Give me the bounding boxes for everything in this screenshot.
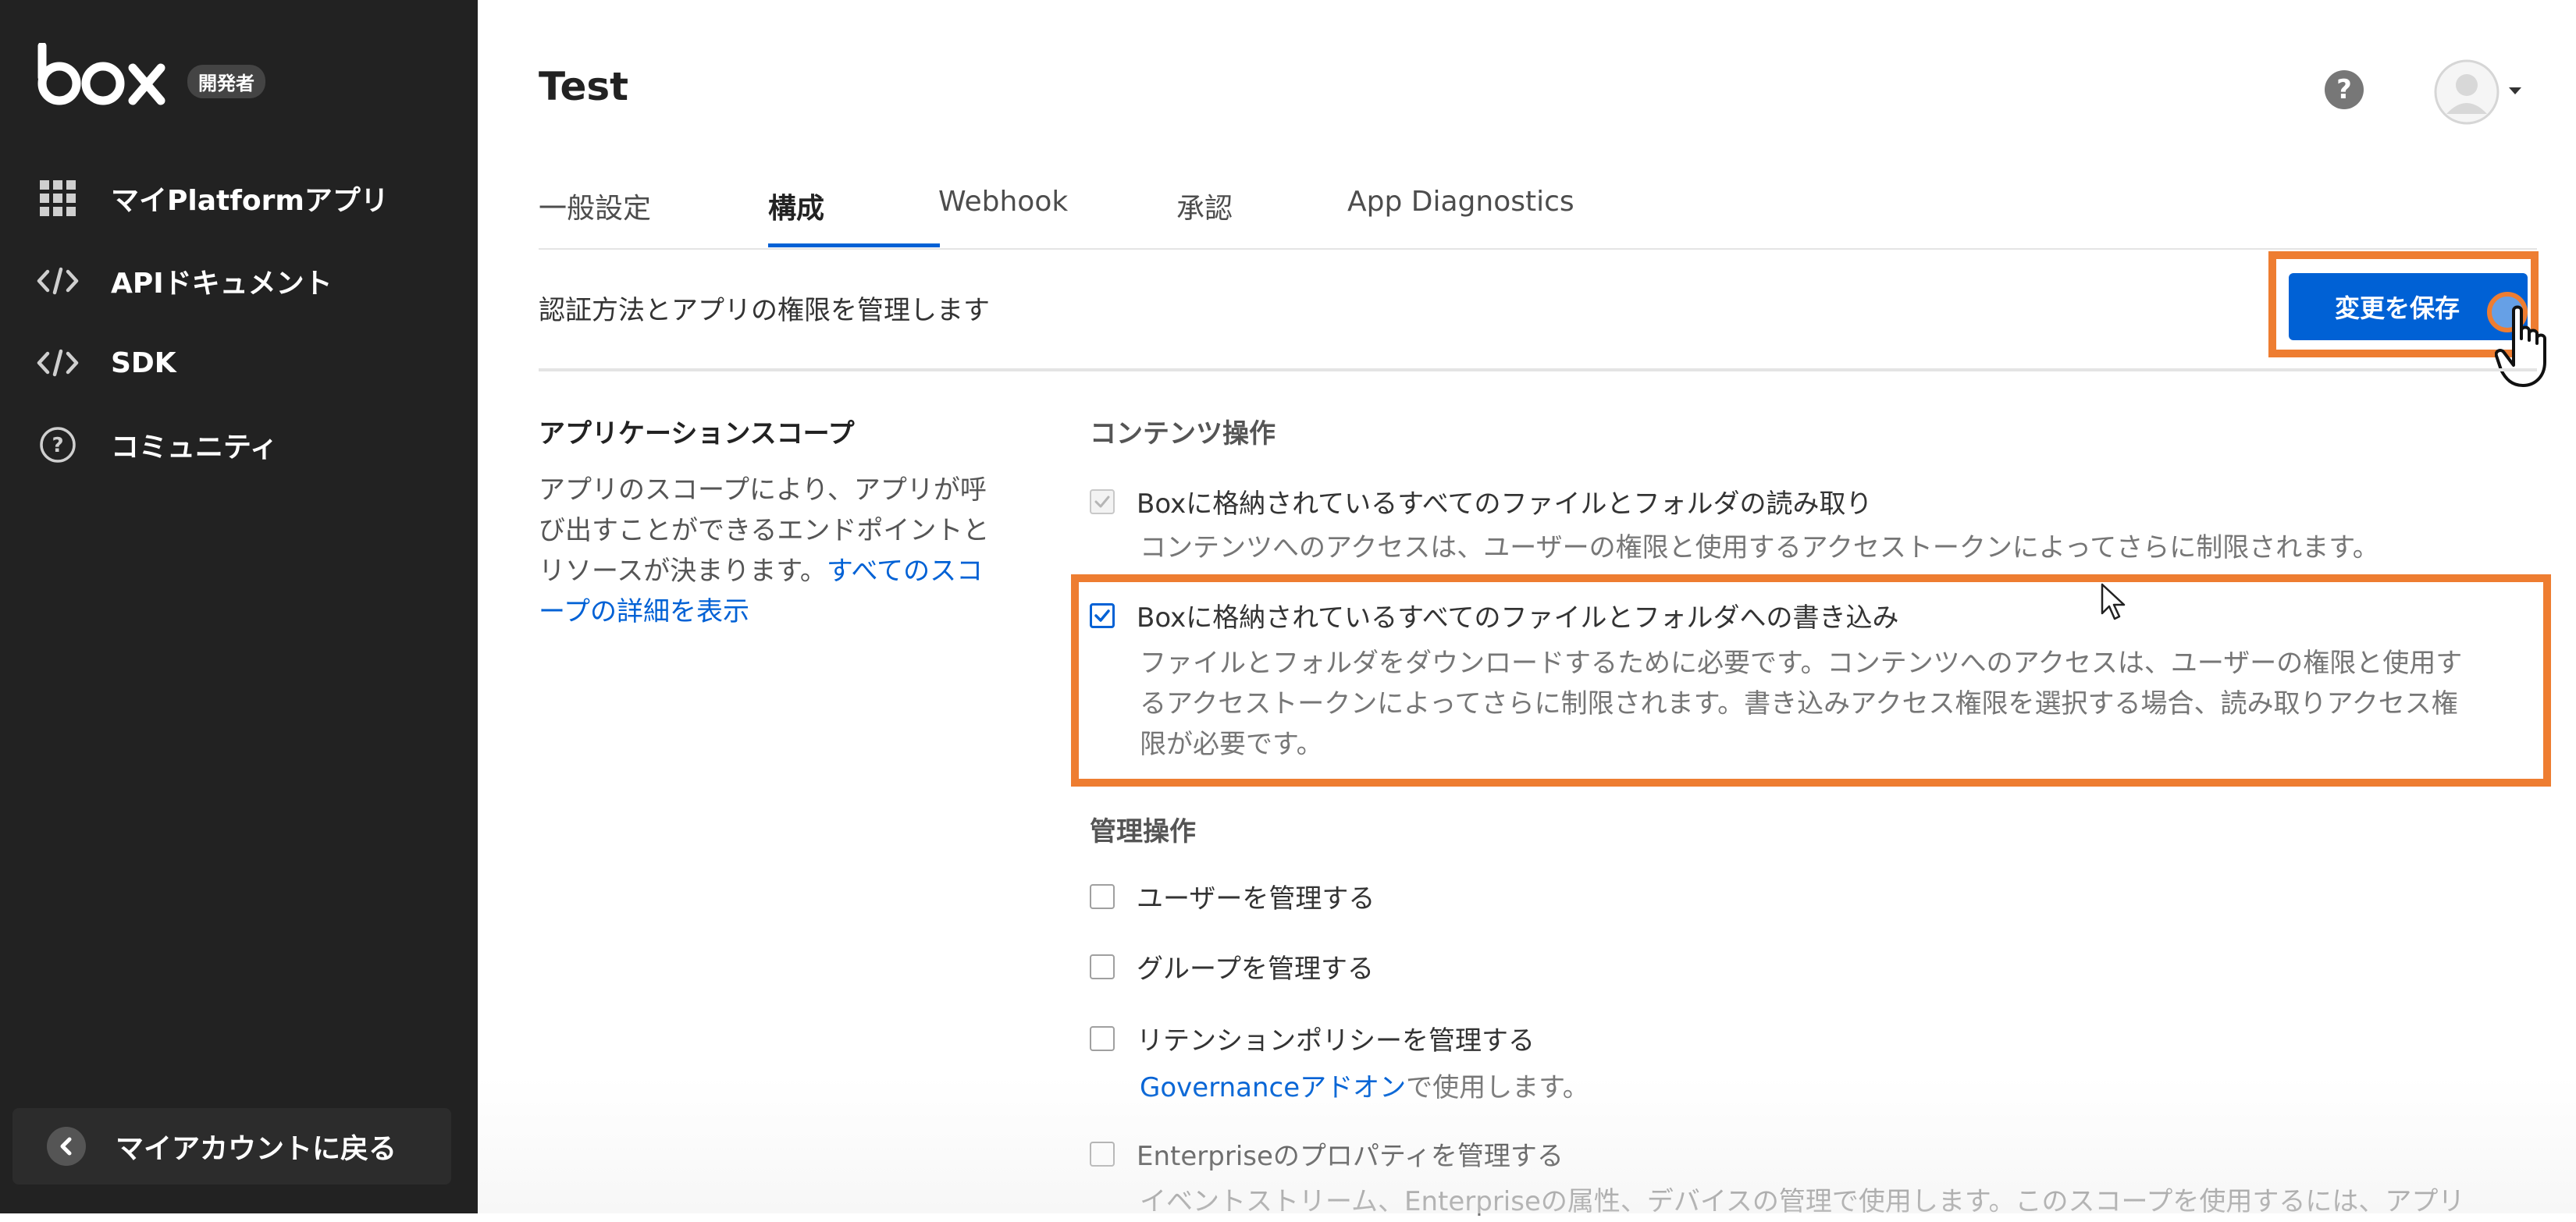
- chevron-left-icon: [47, 1127, 86, 1166]
- read-files-description: コンテンツへのアクセスは、ユーザーの権限と使用するアクセストークンによってさらに…: [1140, 532, 2379, 563]
- sidebar-item-community[interactable]: ? コミュニティ: [36, 414, 457, 476]
- manage-enterprise-description: イベントストリーム、Enterpriseの属性、デバイスの管理で使用します。この…: [1140, 1186, 2465, 1217]
- mouse-cursor-icon: [2101, 583, 2126, 620]
- manage-retention-label: リテンションポリシーを管理する: [1137, 1025, 1535, 1057]
- avatar[interactable]: [2434, 59, 2500, 125]
- sidebar-item-sdk[interactable]: SDK: [36, 332, 457, 394]
- sidebar-item-label: APIドキュメント: [111, 268, 333, 300]
- manage-groups-checkbox[interactable]: [1090, 954, 1115, 979]
- read-files-label: Boxに格納されているすべてのファイルとフォルダの読み取り: [1137, 488, 1873, 520]
- manage-retention-checkbox[interactable]: [1090, 1025, 1115, 1051]
- manage-enterprise-checkbox[interactable]: [1090, 1141, 1115, 1167]
- sidebar-item-my-apps[interactable]: マイPlatformアプリ: [36, 167, 457, 229]
- back-to-account-label: マイアカウントに戻る: [116, 1133, 397, 1165]
- manage-users-label: ユーザーを管理する: [1137, 883, 1375, 915]
- read-files-checkbox: [1090, 488, 1115, 514]
- write-files-label: Boxに格納されているすべてのファイルとフォルダへの書き込み: [1137, 602, 1899, 634]
- retention-description-text: で使用します。: [1406, 1072, 1589, 1103]
- manage-enterprise-label: Enterpriseのプロパティを管理する: [1137, 1141, 1564, 1172]
- sidebar-item-label: コミュニティ: [111, 432, 278, 464]
- section-divider: [539, 368, 2537, 371]
- write-files-description-line: 限が必要です。: [1140, 729, 1323, 760]
- manage-retention-option[interactable]: リテンションポリシーを管理する: [1090, 1019, 1535, 1057]
- tab-general-settings[interactable]: 一般設定: [539, 186, 651, 226]
- manage-users-checkbox[interactable]: [1090, 883, 1115, 909]
- write-files-description-line: ファイルとフォルダをダウンロードするために必要です。コンテンツへのアクセスは、ユ…: [1140, 648, 2463, 679]
- tab-app-diagnostics[interactable]: App Diagnostics: [1347, 186, 1574, 218]
- tab-bar: 一般設定 構成 Webhook 承認 App Diagnostics: [539, 170, 2537, 250]
- write-all-files-option[interactable]: Boxに格納されているすべてのファイルとフォルダへの書き込み: [1090, 596, 1898, 634]
- read-all-files-option: Boxに格納されているすべてのファイルとフォルダの読み取り: [1090, 482, 1872, 520]
- tab-configuration[interactable]: 構成: [768, 186, 824, 226]
- manage-retention-description: Governanceアドオンで使用します。: [1140, 1067, 1589, 1108]
- grid-icon: [36, 176, 80, 220]
- back-to-account-button[interactable]: マイアカウントに戻る: [12, 1108, 451, 1185]
- manage-groups-option[interactable]: グループを管理する: [1090, 947, 1374, 986]
- hand-pointer-icon: [2495, 305, 2546, 387]
- write-files-checkbox[interactable]: [1090, 602, 1115, 628]
- content-operations-title: コンテンツ操作: [1090, 418, 1276, 449]
- page-title: Test: [539, 64, 629, 109]
- application-scopes-description: アプリのスコープにより、アプリが呼び出すことができるエンドポイントとリソースが決…: [539, 470, 1007, 632]
- sidebar-item-label: マイPlatformアプリ: [111, 185, 389, 217]
- manage-enterprise-option[interactable]: Enterpriseのプロパティを管理する: [1090, 1135, 1564, 1173]
- write-files-description-line: るアクセストークンによってさらに制限されます。書き込みアクセス権限を選択する場合…: [1140, 688, 2458, 719]
- application-scopes-title: アプリケーションスコープ: [539, 418, 855, 449]
- code-icon: [36, 341, 80, 385]
- page-subtitle: 認証方法とアプリの権限を管理します: [539, 295, 990, 326]
- help-circle-icon: ?: [36, 423, 80, 467]
- governance-addon-link[interactable]: Governanceアドオン: [1140, 1072, 1406, 1103]
- code-icon: [36, 259, 80, 303]
- box-logo[interactable]: [36, 43, 169, 105]
- manage-users-option[interactable]: ユーザーを管理する: [1090, 877, 1375, 915]
- chevron-down-icon[interactable]: [2509, 87, 2521, 94]
- manage-groups-label: グループを管理する: [1137, 954, 1374, 985]
- developer-badge: 開発者: [187, 65, 265, 98]
- svg-text:?: ?: [52, 434, 63, 457]
- tab-webhook[interactable]: Webhook: [938, 186, 1068, 218]
- help-icon[interactable]: ?: [2325, 70, 2364, 109]
- sidebar-item-api-docs[interactable]: APIドキュメント: [36, 250, 457, 312]
- tab-authorization[interactable]: 承認: [1176, 186, 1233, 226]
- admin-operations-title: 管理操作: [1090, 816, 1196, 847]
- write-files-description: ファイルとフォルダをダウンロードするために必要です。コンテンツへのアクセスは、ユ…: [1140, 643, 2462, 765]
- sidebar: 開発者 マイPlatformアプリ APIドキュメント SDK ? コミュニティ…: [0, 0, 478, 1213]
- sidebar-item-label: SDK: [111, 346, 176, 379]
- active-tab-indicator: [768, 243, 940, 247]
